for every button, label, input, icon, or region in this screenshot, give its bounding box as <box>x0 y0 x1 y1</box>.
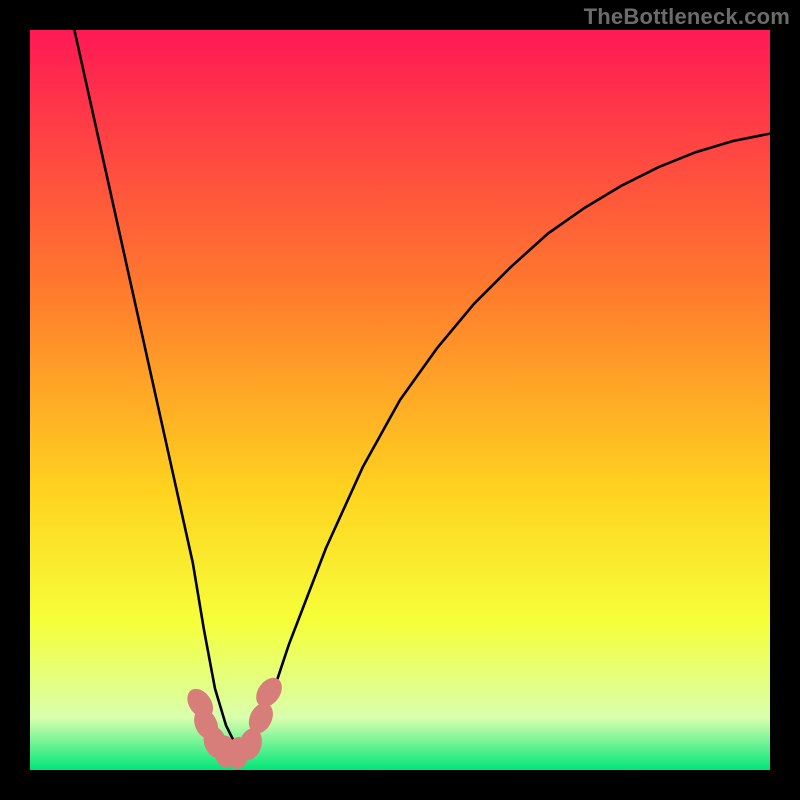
chart-frame: TheBottleneck.com <box>0 0 800 800</box>
chart-plot-area <box>30 30 770 770</box>
chart-svg <box>30 30 770 770</box>
watermark-text: TheBottleneck.com <box>584 4 790 30</box>
